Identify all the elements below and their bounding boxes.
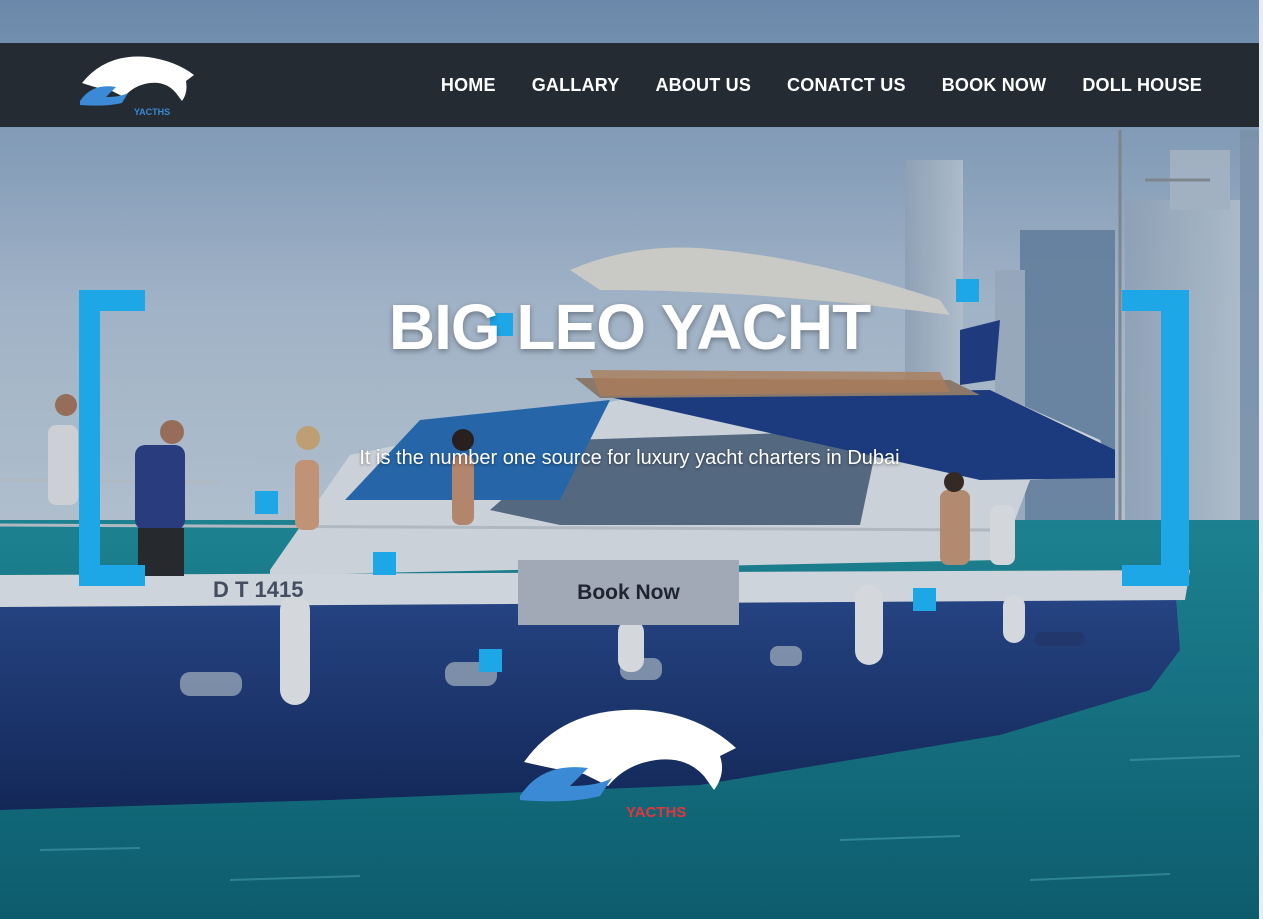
site-header: YACTHS HOME GALLARY ABOUT US CONATCT US …: [0, 43, 1259, 127]
book-now-button[interactable]: Book Now: [518, 560, 739, 625]
hero-logo-subtext: YACTHS: [626, 804, 686, 821]
leo-logo-large-icon: YACTHS: [520, 709, 736, 821]
nav-book-now[interactable]: BOOK NOW: [942, 75, 1047, 96]
decor-square: [479, 649, 502, 672]
leo-logo-icon: YACTHS: [80, 56, 194, 117]
hero-subtitle: It is the number one source for luxury y…: [359, 447, 900, 469]
hero-title: BIG LEO YACHT: [388, 291, 871, 363]
nav-doll-house[interactable]: DOLL HOUSE: [1082, 75, 1202, 96]
nav-about-us[interactable]: ABOUT US: [655, 75, 751, 96]
decor-square: [255, 491, 278, 514]
hero-logo: YACTHS: [514, 704, 740, 824]
logo-subtext: YACTHS: [134, 107, 170, 117]
main-nav: HOME GALLARY ABOUT US CONATCT US BOOK NO…: [441, 43, 1202, 127]
site-logo[interactable]: YACTHS: [76, 53, 200, 117]
decor-square: [913, 588, 936, 611]
nav-home[interactable]: HOME: [441, 75, 496, 96]
scrollbar[interactable]: [1259, 0, 1263, 919]
nav-contact-us[interactable]: CONATCT US: [787, 75, 906, 96]
decor-square: [373, 552, 396, 575]
nav-gallery[interactable]: GALLARY: [532, 75, 620, 96]
